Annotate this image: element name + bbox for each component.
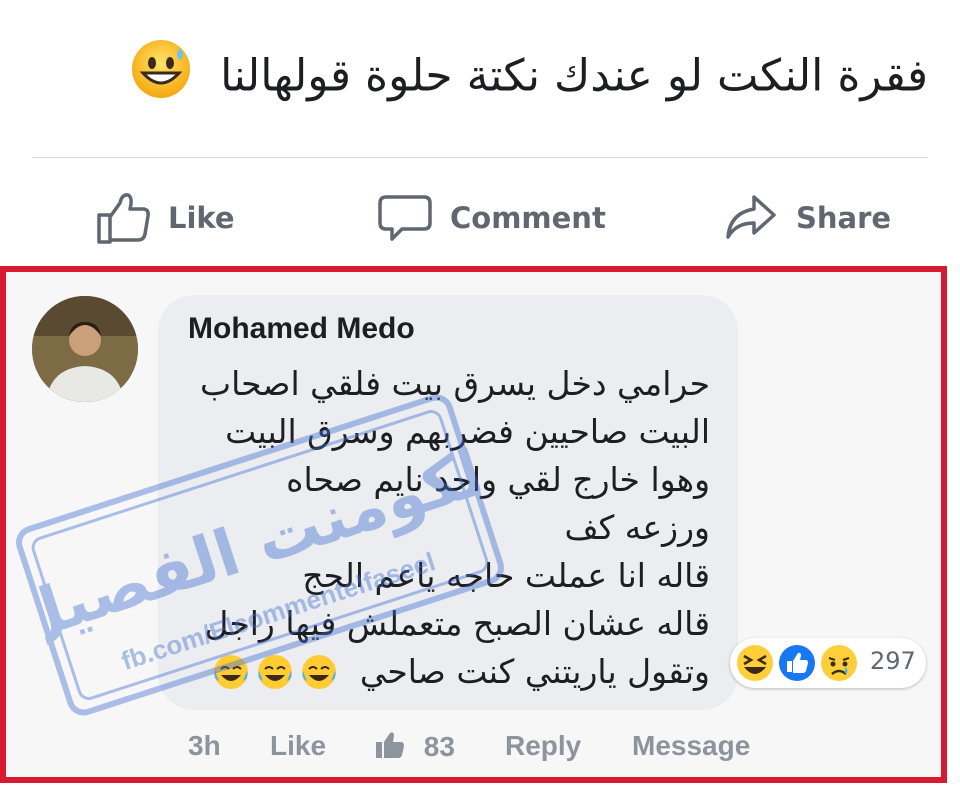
comment-author[interactable]: Mohamed Medo [188,312,415,346]
comment-line: وهوا خارج لقي واحد نايم صحاه [286,460,710,499]
post-action-bar: Like Comment Share [0,188,960,248]
comment-line: حرامي دخل يسرق بيت فلقي اصحاب [200,364,710,403]
comment-line: قاله عشان الصبح متعملش فيها راجل [204,604,710,643]
thumbs-up-icon [376,732,404,758]
avatar[interactable] [32,296,138,402]
tears-of-joy-emoji-icon [257,655,292,689]
speech-bubble-icon [378,195,432,241]
thumbs-up-icon [97,193,150,244]
like-label: Like [168,201,235,235]
comment-message-link[interactable]: Message [632,730,750,762]
comment-label: Comment [450,201,606,235]
comment-line: البيت صاحيين فضربهم وسرق البيت [225,412,710,451]
post-text: فقرة النكت لو عندك نكتة حلوة قولهالنا [90,38,928,108]
like-button[interactable]: Like [96,188,235,248]
tears-of-joy-emoji-icon [213,655,248,689]
comment-reply-link[interactable]: Reply [505,730,581,762]
comment-line: قاله انا عملت حاجه ياعم الحج [302,556,710,595]
comment-line: وتقول ياريتني كنت صاحي [359,652,710,691]
laughing-reaction-icon [737,645,773,681]
comment-likes[interactable]: 83 [374,730,455,763]
comment-text: حرامي دخل يسرق بيت فلقي اصحاب البيت صاحي… [170,360,710,696]
post-divider [32,157,928,158]
tears-of-joy-emoji-group [212,653,338,691]
grinning-sweat-emoji-icon [130,38,192,119]
comment-line: ورزعه كف [564,508,710,547]
tears-of-joy-emoji-icon [301,655,336,689]
comment-timestamp[interactable]: 3h [188,730,221,762]
reaction-count: 297 [870,647,916,675]
share-arrow-icon [726,195,776,239]
sad-reaction-icon [821,645,857,681]
comment-likes-count: 83 [423,731,455,762]
share-label: Share [796,201,892,235]
comment-button[interactable]: Comment [378,188,606,248]
comment-like-link[interactable]: Like [270,730,326,762]
post-text-content: فقرة النكت لو عندك نكتة حلوة قولهالنا [220,50,928,102]
share-button[interactable]: Share [724,188,891,248]
comment-last-line: وتقول ياريتني كنت صاحي [170,648,710,696]
like-reaction-icon [779,645,815,681]
reactions-summary[interactable]: 297 [730,638,926,688]
